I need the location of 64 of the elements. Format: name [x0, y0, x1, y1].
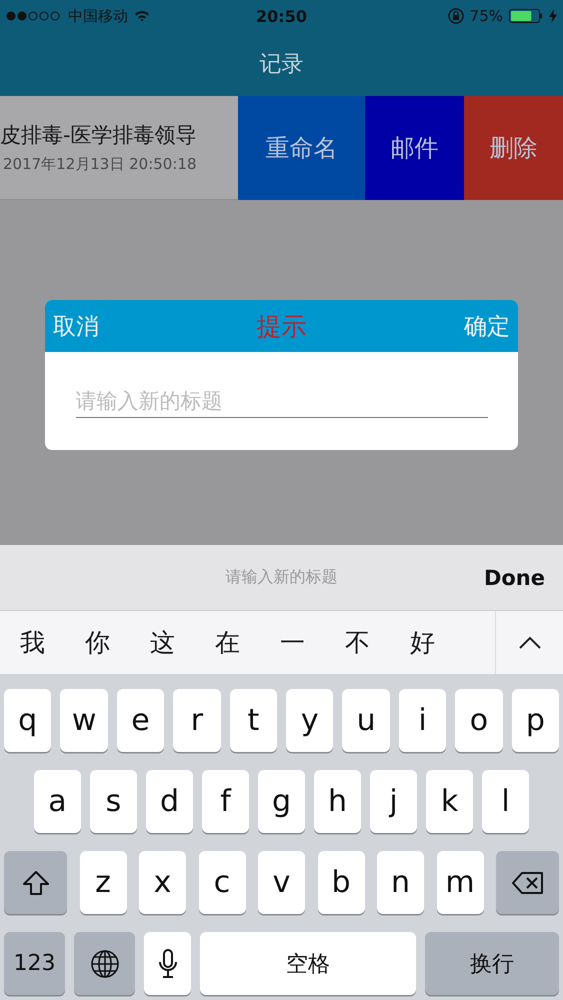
battery-percentage: 75%: [470, 7, 503, 25]
numbers-key[interactable]: 123: [4, 932, 65, 995]
letter-key[interactable]: t: [230, 689, 278, 752]
backspace-icon: [510, 870, 544, 894]
page-title: 记录: [260, 51, 304, 79]
globe-key[interactable]: [74, 932, 135, 995]
rotation-lock-icon: [448, 8, 464, 24]
battery-icon: [509, 9, 543, 23]
shift-key[interactable]: [4, 851, 67, 914]
letter-key[interactable]: s: [90, 770, 137, 833]
microphone-icon: [158, 948, 178, 980]
record-title: 皮排毒-医学排毒领导: [0, 122, 198, 149]
letter-key[interactable]: u: [342, 689, 390, 752]
candidate-word[interactable]: 这: [146, 626, 179, 659]
space-key[interactable]: 空格: [200, 932, 416, 995]
letter-key[interactable]: w: [60, 689, 108, 752]
microphone-key[interactable]: [144, 932, 191, 995]
letter-key[interactable]: q: [4, 689, 52, 752]
chevron-up-icon: [518, 636, 542, 650]
letter-key[interactable]: n: [377, 851, 424, 914]
candidate-word[interactable]: 不: [341, 626, 374, 659]
swipe-action-button[interactable]: 删除: [464, 96, 563, 200]
letter-key[interactable]: c: [198, 851, 246, 914]
letter-key[interactable]: e: [116, 689, 164, 752]
letter-key[interactable]: d: [146, 770, 193, 833]
letter-key[interactable]: l: [482, 770, 529, 833]
candidate-word[interactable]: 在: [211, 626, 244, 659]
record-item[interactable]: 皮排毒-医学排毒领导 2017年12月13日 20:50:18: [0, 96, 238, 200]
carrier-name: 中国移动: [68, 6, 128, 26]
shift-icon: [22, 870, 50, 896]
dialog-title: 提示: [256, 310, 306, 342]
letter-key[interactable]: b: [318, 851, 364, 914]
title-input-field[interactable]: 请输入新的标题: [76, 384, 488, 418]
letter-key[interactable]: x: [139, 851, 186, 914]
record-date: 2017年12月13日 20:50:18: [2, 155, 198, 174]
letter-key[interactable]: v: [258, 851, 305, 914]
done-button[interactable]: Done: [478, 564, 551, 590]
candidate-word[interactable]: 我: [16, 626, 49, 659]
letter-key[interactable]: o: [455, 689, 503, 752]
letter-key[interactable]: f: [202, 770, 249, 833]
candidate-word[interactable]: 你: [81, 626, 114, 659]
letter-key[interactable]: y: [286, 689, 334, 752]
letter-key[interactable]: z: [80, 851, 126, 914]
clock: 20:50: [256, 6, 307, 26]
candidate-word[interactable]: 一: [276, 626, 309, 659]
delete-key[interactable]: [496, 851, 559, 914]
signal-strength-icon: [6, 11, 62, 21]
charging-icon: [549, 9, 557, 23]
swipe-action-button[interactable]: 邮件: [365, 96, 464, 200]
input-hint: 请输入新的标题: [226, 567, 338, 588]
letter-key[interactable]: j: [370, 770, 417, 833]
letter-key[interactable]: g: [258, 770, 305, 833]
return-key[interactable]: 换行: [425, 932, 559, 995]
letter-key[interactable]: m: [436, 851, 484, 914]
letter-key[interactable]: i: [398, 689, 446, 752]
letter-key[interactable]: a: [34, 770, 81, 833]
letter-key[interactable]: r: [173, 689, 221, 752]
wifi-icon: [134, 10, 150, 22]
globe-icon: [90, 948, 120, 978]
candidate-word[interactable]: 好: [406, 626, 439, 659]
letter-key[interactable]: p: [512, 689, 560, 752]
letter-key[interactable]: k: [426, 770, 473, 833]
swipe-action-button[interactable]: 重命名: [238, 96, 365, 200]
letter-key[interactable]: h: [314, 770, 361, 833]
